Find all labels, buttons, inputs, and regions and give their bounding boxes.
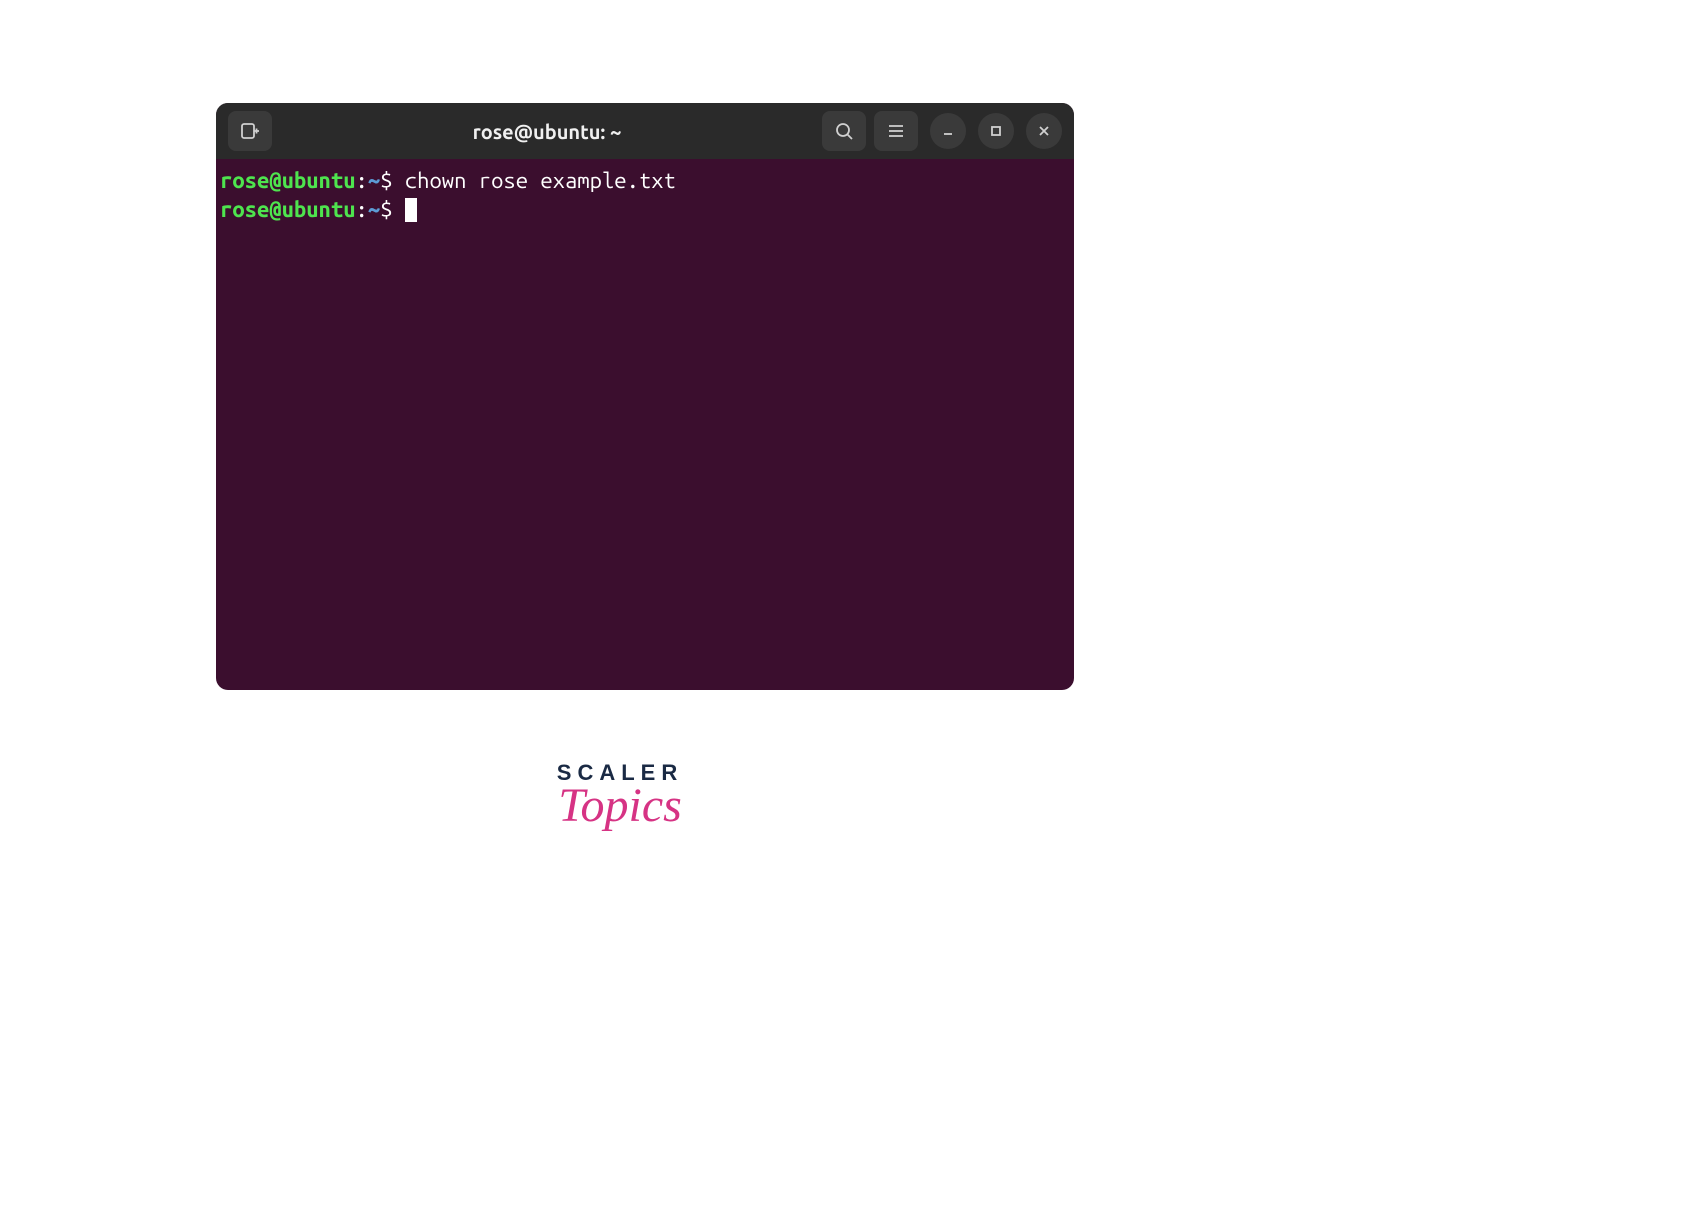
terminal-line: rose@ubuntu:~$ (220, 196, 1070, 225)
new-tab-button[interactable] (228, 111, 272, 151)
command-text: chown rose example.txt (405, 167, 676, 196)
minimize-icon (941, 124, 955, 138)
prompt-user: rose@ubuntu (220, 196, 356, 225)
close-icon (1037, 124, 1051, 138)
prompt-path: ~ (368, 196, 380, 225)
search-icon (834, 121, 854, 141)
prompt-symbol: $ (380, 167, 405, 196)
minimize-button[interactable] (930, 113, 966, 149)
prompt-user: rose@ubuntu (220, 167, 356, 196)
terminal-window: rose@ubuntu: ~ (216, 103, 1074, 690)
titlebar: rose@ubuntu: ~ (216, 103, 1074, 159)
terminal-body[interactable]: rose@ubuntu:~$ chown rose example.txt ro… (216, 159, 1074, 690)
prompt-separator: : (356, 167, 368, 196)
close-button[interactable] (1026, 113, 1062, 149)
cursor (405, 198, 417, 222)
logo-text-secondary: Topics (520, 778, 720, 833)
terminal-line: rose@ubuntu:~$ chown rose example.txt (220, 167, 1070, 196)
window-title: rose@ubuntu: ~ (280, 120, 814, 143)
maximize-icon (989, 124, 1003, 138)
prompt-separator: : (356, 196, 368, 225)
maximize-button[interactable] (978, 113, 1014, 149)
new-tab-icon (240, 121, 260, 141)
search-button[interactable] (822, 111, 866, 151)
menu-button[interactable] (874, 111, 918, 151)
prompt-path: ~ (368, 167, 380, 196)
brand-logo: SCALER Topics (520, 760, 720, 833)
prompt-symbol: $ (380, 196, 405, 225)
hamburger-icon (886, 121, 906, 141)
